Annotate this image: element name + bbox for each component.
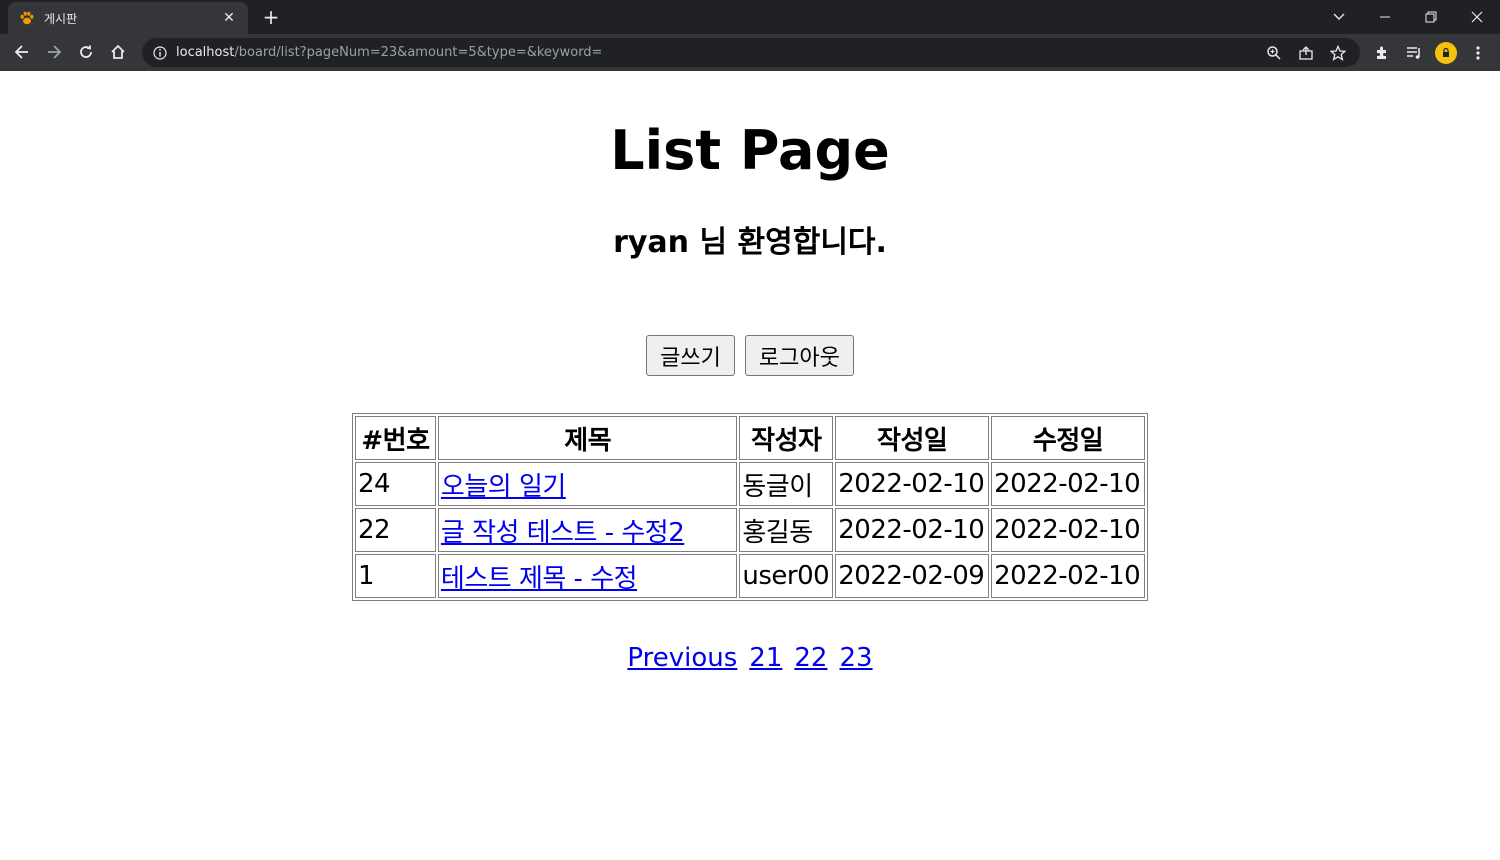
menu-icon[interactable]: [1462, 38, 1494, 67]
write-button[interactable]: 글쓰기: [646, 335, 735, 376]
forward-icon[interactable]: [40, 38, 68, 66]
star-icon[interactable]: [1322, 38, 1354, 67]
minimize-icon[interactable]: [1362, 0, 1408, 34]
tab-strip: 게시판 ✕ +: [0, 0, 1500, 34]
action-buttons: 글쓰기 로그아웃: [0, 335, 1500, 376]
browser-toolbar: localhost/board/list?pageNum=23&amount=5…: [0, 34, 1500, 71]
cell-writer: 동글이: [739, 462, 834, 506]
tab-title: 게시판: [44, 11, 78, 26]
extensions-icon[interactable]: [1366, 38, 1398, 67]
cell-title: 오늘의 일기: [437, 462, 738, 506]
url-path: /board/list?pageNum=23&amount=5&type=&ke…: [234, 45, 603, 60]
pagination-previous[interactable]: Previous: [627, 643, 737, 673]
reload-icon[interactable]: [72, 38, 100, 66]
cell-updatedate: 2022-02-10: [991, 508, 1145, 552]
pagination-page[interactable]: 22: [794, 643, 827, 673]
cell-title: 테스트 제목 - 수정: [437, 554, 738, 598]
cell-writer: user00: [739, 554, 834, 598]
address-bar[interactable]: localhost/board/list?pageNum=23&amount=5…: [142, 38, 1360, 67]
board-table: #번호 제목 작성자 작성일 수정일 24 오늘의 일기 동글이 2022-02…: [352, 413, 1148, 601]
logout-button[interactable]: 로그아웃: [744, 335, 854, 376]
header-title: 제목: [437, 416, 738, 460]
close-icon[interactable]: ✕: [220, 10, 238, 26]
cell-title: 글 작성 테스트 - 수정2: [437, 508, 738, 552]
cell-no: 24: [355, 462, 436, 506]
restore-icon[interactable]: [1408, 0, 1454, 34]
cell-writer: 홍길동: [739, 508, 834, 552]
new-tab-button[interactable]: +: [258, 4, 284, 30]
page-content: List Page ryan 님 환영합니다. 글쓰기 로그아웃 #번호 제목 …: [0, 71, 1500, 860]
table-row: 24 오늘의 일기 동글이 2022-02-10 2022-02-10: [355, 462, 1145, 506]
tab-search-icon[interactable]: [1326, 4, 1352, 30]
post-title-link[interactable]: 오늘의 일기: [441, 472, 566, 502]
pagination-page[interactable]: 23: [839, 643, 872, 673]
pagination-page[interactable]: 21: [749, 643, 782, 673]
share-icon[interactable]: [1290, 38, 1322, 67]
window-controls: [1362, 0, 1500, 34]
table-row: 22 글 작성 테스트 - 수정2 홍길동 2022-02-10 2022-02…: [355, 508, 1145, 552]
info-icon[interactable]: [152, 45, 168, 61]
back-icon[interactable]: [8, 38, 36, 66]
paw-icon: [18, 9, 36, 27]
cell-no: 1: [355, 554, 436, 598]
header-writer: 작성자: [739, 416, 834, 460]
close-window-icon[interactable]: [1454, 0, 1500, 34]
table-header-row: #번호 제목 작성자 작성일 수정일: [355, 416, 1145, 460]
header-updatedate: 수정일: [991, 416, 1145, 460]
profile-icon[interactable]: [1430, 38, 1462, 67]
cell-no: 22: [355, 508, 436, 552]
browser-tab[interactable]: 게시판 ✕: [8, 2, 248, 34]
cell-regdate: 2022-02-10: [835, 462, 990, 506]
url-host: localhost: [176, 45, 235, 60]
header-no: #번호: [355, 416, 436, 460]
cell-regdate: 2022-02-09: [835, 554, 990, 598]
zoom-icon[interactable]: [1258, 38, 1290, 67]
header-regdate: 작성일: [835, 416, 990, 460]
table-row: 1 테스트 제목 - 수정 user00 2022-02-09 2022-02-…: [355, 554, 1145, 598]
cell-regdate: 2022-02-10: [835, 508, 990, 552]
post-title-link[interactable]: 테스트 제목 - 수정: [441, 564, 638, 594]
page-title: List Page: [610, 119, 890, 182]
cell-updatedate: 2022-02-10: [991, 554, 1145, 598]
welcome-message: ryan 님 환영합니다.: [613, 225, 887, 260]
home-icon[interactable]: [104, 38, 132, 66]
pagination: Previous 21 22 23: [0, 643, 1500, 673]
cell-updatedate: 2022-02-10: [991, 462, 1145, 506]
post-title-link[interactable]: 글 작성 테스트 - 수정2: [441, 518, 685, 548]
media-icon[interactable]: [1398, 38, 1430, 67]
